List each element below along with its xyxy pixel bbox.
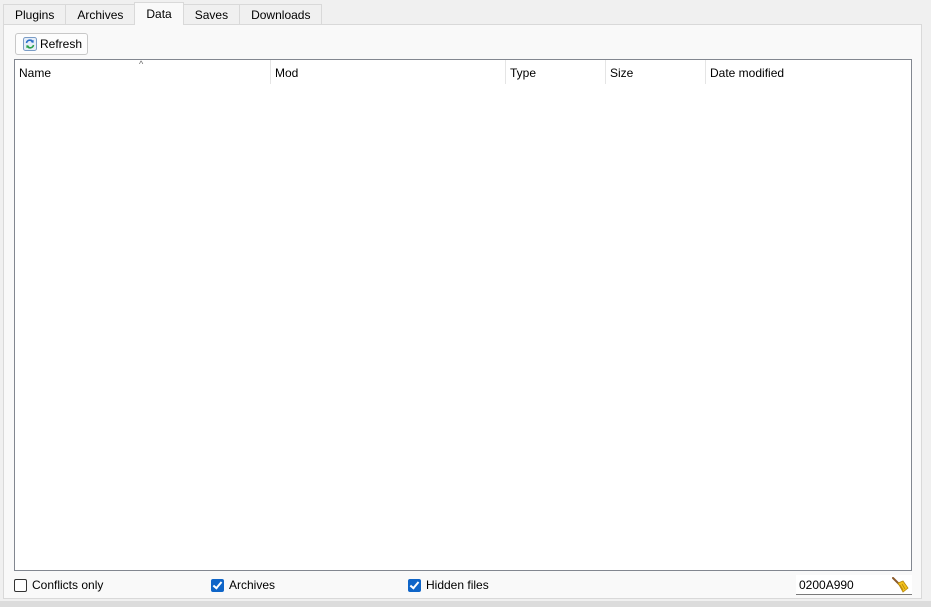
- column-header-mod[interactable]: Mod: [271, 60, 506, 84]
- archives-label: Archives: [229, 578, 276, 592]
- archives-checkbox[interactable]: Archives: [211, 578, 275, 592]
- sort-ascending-icon: ^: [139, 59, 144, 69]
- filter-bar: Conflicts only Archives Hidden files: [0, 575, 931, 595]
- conflicts-only-checkbox-box[interactable]: [14, 578, 27, 592]
- table-header: Name ^ Mod Type Size Date modified: [15, 59, 911, 84]
- hidden-files-checkbox[interactable]: Hidden files: [408, 578, 489, 592]
- column-header-mod-label: Mod: [275, 66, 299, 80]
- hidden-files-label: Hidden files: [426, 578, 489, 592]
- broom-icon[interactable]: [891, 577, 909, 596]
- column-header-name-label: Name: [19, 66, 52, 80]
- tab-archives[interactable]: Archives: [65, 4, 136, 25]
- tab-bar: Plugins Archives Data Saves Downloads: [3, 2, 323, 25]
- conflicts-only-checkbox[interactable]: Conflicts only: [14, 578, 103, 592]
- column-header-date-modified-label: Date modified: [710, 66, 785, 80]
- column-header-name[interactable]: Name ^: [15, 59, 271, 84]
- tab-downloads[interactable]: Downloads: [239, 4, 323, 25]
- window-bottom-edge: [0, 601, 931, 607]
- column-header-type-label: Type: [510, 66, 537, 80]
- refresh-button[interactable]: Refresh: [15, 33, 88, 55]
- tab-data[interactable]: Data: [134, 2, 184, 25]
- data-tree-view[interactable]: Name ^ Mod Type Size Date modified: [14, 59, 912, 571]
- column-header-type[interactable]: Type: [506, 60, 606, 84]
- refresh-icon: [23, 37, 37, 51]
- column-header-date-modified[interactable]: Date modified: [706, 60, 911, 84]
- column-header-size-label: Size: [610, 66, 634, 80]
- conflicts-only-label: Conflicts only: [32, 578, 104, 592]
- archives-checkbox-box[interactable]: [211, 578, 224, 592]
- column-header-size[interactable]: Size: [606, 60, 706, 84]
- hidden-files-checkbox-box[interactable]: [408, 578, 421, 592]
- tab-saves[interactable]: Saves: [182, 4, 241, 25]
- tab-plugins[interactable]: Plugins: [3, 4, 67, 25]
- refresh-button-label: Refresh: [40, 37, 83, 51]
